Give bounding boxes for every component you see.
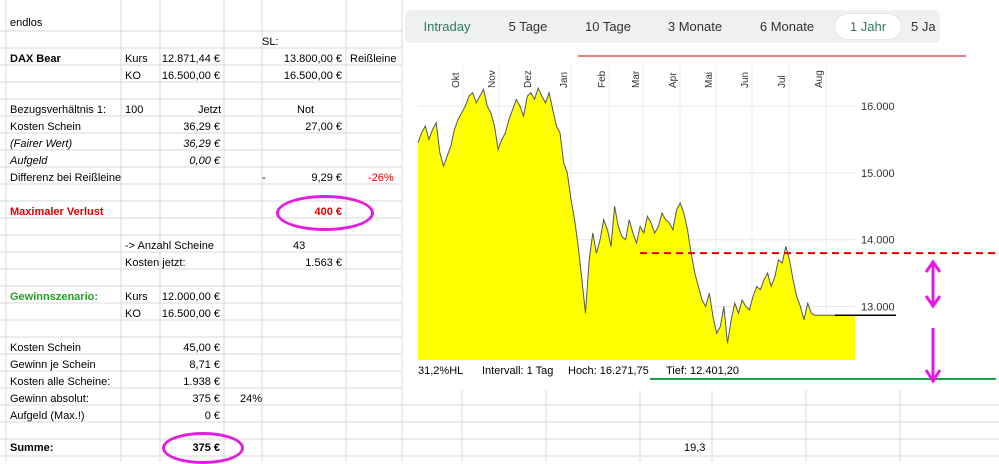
chart-footer-hl: 31,2%HL (418, 365, 464, 377)
chart-footer-hoch: Hoch: 16.271,75 (568, 365, 649, 377)
x-tick-label: Jun (740, 72, 751, 88)
y-tick-label: 16.000 (861, 101, 895, 113)
chart-footer-tief: Tief: 12.401,20 (666, 365, 739, 377)
x-tick-label: Jul (777, 75, 788, 88)
x-tick-label: Jan (559, 72, 570, 88)
y-tick-label: 13.000 (861, 302, 895, 314)
x-tick-label: Mar (631, 70, 642, 88)
x-tick-label: Dez (523, 70, 534, 88)
x-tick-label: Mai (704, 72, 715, 88)
x-tick-label: Nov (487, 70, 498, 88)
x-tick-label: Okt (451, 72, 462, 88)
y-tick-label: 15.000 (861, 168, 895, 180)
chart-footer-interval: Intervall: 1 Tag (482, 365, 554, 377)
x-tick-label: Aug (814, 70, 825, 88)
x-tick-label: Apr (668, 72, 679, 88)
x-tick-label: Feb (597, 70, 608, 88)
y-tick-label: 14.000 (861, 235, 895, 247)
price-chart: Okt Nov Dez Jan Feb Mar Apr Mai Jun Jul Aug 16.000 1… (414, 52, 999, 384)
